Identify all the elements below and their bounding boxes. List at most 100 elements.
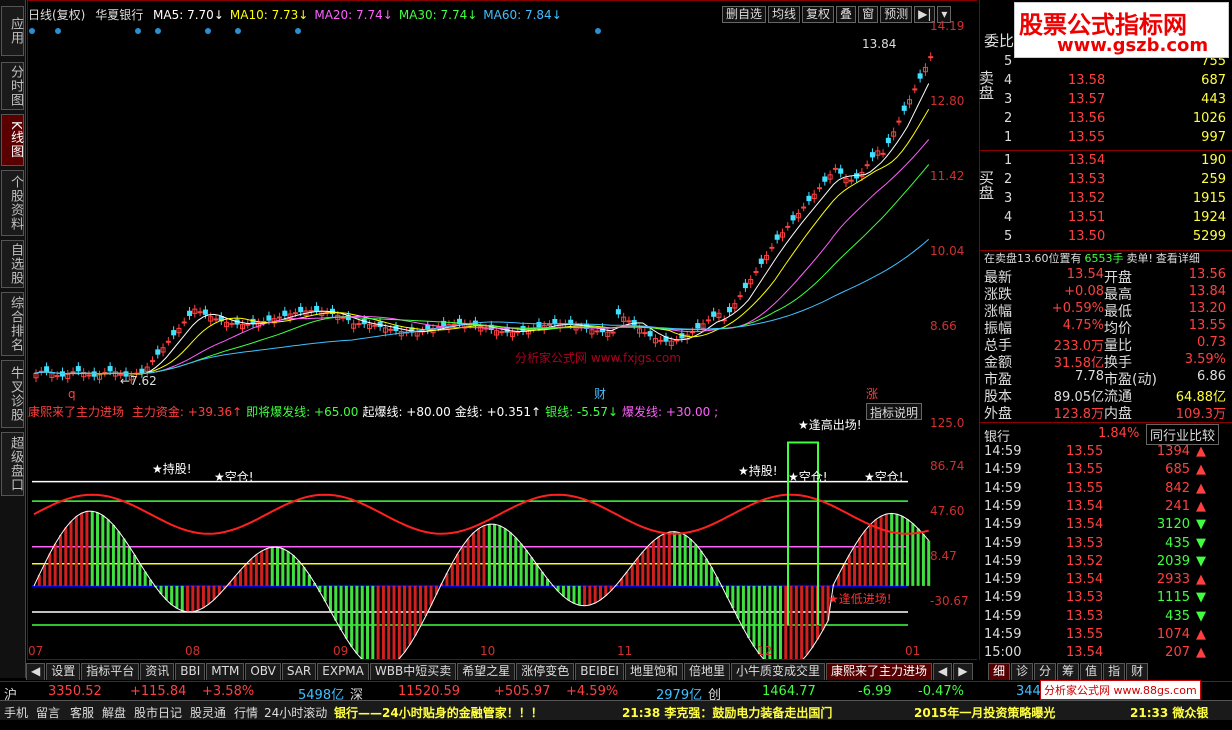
sidebar-item-2[interactable]: K线图 — [1, 114, 24, 166]
bottom-item-7[interactable]: 24小时滚动 — [264, 704, 327, 721]
tab-15[interactable]: 康熙来了主力进场 — [826, 663, 933, 680]
sidebar-item-3[interactable]: 个股资料 — [1, 170, 24, 236]
arrow-down-icon: ▼ — [1196, 590, 1206, 606]
right-tab-3[interactable]: 筹 — [1057, 663, 1080, 680]
buy-row[interactable]: 5 13.50 5299 — [1000, 229, 1232, 247]
arrow-up-icon: ▲ — [1196, 627, 1206, 642]
event-marker[interactable]: 涨 — [866, 386, 878, 401]
toolbar-button-4[interactable]: 窗 — [858, 6, 879, 23]
order-note[interactable]: 在卖盘13.60位置有 6553手 卖单! 查看详细 — [984, 250, 1200, 266]
sell-row[interactable]: 1 13.55 997 — [1000, 130, 1232, 148]
news-ticker-1[interactable]: 银行——24小时贴身的金融管家！！！ — [334, 704, 543, 721]
toolbar-button-0[interactable]: 删自选 — [722, 6, 767, 23]
right-tab-1[interactable]: 诊 — [1011, 663, 1034, 680]
right-tab-2[interactable]: 分 — [1034, 663, 1057, 680]
price-chart[interactable]: 13.84 ←7.62 q 财 涨 — [28, 1, 978, 401]
note-amount: 6553手 — [1084, 252, 1124, 265]
buy-row[interactable]: 4 13.51 1924 — [1000, 210, 1232, 228]
tab-9[interactable]: 希望之星 — [457, 663, 516, 680]
tick-time: 14:59 — [984, 462, 1022, 478]
note-link[interactable]: 查看详细 — [1156, 252, 1200, 265]
level-volume: 997 — [1201, 130, 1226, 145]
bottom-item-5[interactable]: 股灵通 — [190, 704, 226, 721]
toolbar-button-3[interactable]: 叠 — [836, 6, 857, 23]
tab-5[interactable]: OBV — [245, 663, 281, 680]
sidebar-item-5[interactable]: 综合排名 — [1, 292, 24, 356]
news-ticker-3[interactable]: 2015年一月投资策略曝光 — [914, 704, 1055, 721]
right-tab-6[interactable]: 财 — [1126, 663, 1149, 680]
sidebar-item-1[interactable]: 分时图 — [1, 62, 24, 110]
news-ticker-2[interactable]: 21:38 李克强：鼓励电力装备走出国门 — [622, 704, 832, 721]
arrow-left-icon[interactable]: ◀ — [933, 663, 953, 680]
sell-label: 卖盘 — [977, 70, 995, 100]
watermark-small: 分析家公式网 www.88gs.com — [1040, 680, 1201, 700]
right-tab-0[interactable]: 细 — [988, 663, 1011, 680]
right-tab-4[interactable]: 值 — [1080, 663, 1103, 680]
tick-time: 14:59 — [984, 498, 1022, 514]
indicator-name: 康熙来了主力进场 — [28, 405, 125, 419]
buy-row[interactable]: 3 13.52 1915 — [1000, 191, 1232, 209]
sidebar-item-0[interactable]: 应用 — [1, 6, 24, 56]
tab-11[interactable]: BEIBEI — [575, 663, 624, 680]
toolbar-button-1[interactable]: 均线 — [768, 6, 801, 23]
tick-volume: 435 — [1165, 535, 1190, 551]
ma-label-2: MA20: 7.74↓ — [314, 8, 393, 22]
bottom-item-2[interactable]: 客服 — [70, 704, 94, 721]
index-sh: 3350.52 — [48, 684, 102, 699]
index-cy_chg: -6.99 — [858, 684, 892, 699]
level-num: 1 — [1004, 153, 1013, 168]
event-marker[interactable]: q — [68, 387, 76, 401]
sector-compare-button[interactable]: 同行业比较 — [1146, 424, 1220, 445]
tab-0[interactable]: 设置 — [46, 663, 81, 680]
tick-price: 13.54 — [1066, 498, 1104, 514]
sidebar-item-6[interactable]: 牛叉诊股 — [1, 360, 24, 428]
sell-row[interactable]: 3 13.57 443 — [1000, 92, 1232, 110]
bottom-item-0[interactable]: 手机 — [4, 704, 28, 721]
arrow-right-icon[interactable]: ▶ — [953, 663, 973, 680]
ma-label-0: MA5: 7.70↓ — [153, 8, 224, 22]
bottom-item-3[interactable]: 解盘 — [102, 704, 126, 721]
period-label[interactable]: 日线(复权) — [28, 8, 85, 22]
tab-1[interactable]: 指标平台 — [81, 663, 140, 680]
sidebar-item-7[interactable]: 超级盘口 — [1, 432, 24, 496]
bottom-item-4[interactable]: 股市日记 — [134, 704, 182, 721]
tab-2[interactable]: 资讯 — [140, 663, 175, 680]
level-price: 13.56 — [1068, 111, 1106, 126]
quote-row: 最新 13.54 开盘 13.56 — [982, 267, 1232, 286]
tick-row: 15:00 13.54 207 ▲ — [982, 645, 1228, 663]
level-volume: 687 — [1201, 73, 1226, 88]
toolbar-button-2[interactable]: 复权 — [802, 6, 835, 23]
tick-row: 14:59 13.55 685 ▲ — [982, 462, 1228, 480]
tab-12[interactable]: 地里饱和 — [624, 663, 683, 680]
indicator-chart[interactable]: ★逢高出场! ★空仓! ★空仓! ★空仓! ★逢低进场! ★持股! ★持股! — [28, 401, 978, 659]
level-num: 2 — [1004, 172, 1013, 187]
tick-row: 14:59 13.54 241 ▲ — [982, 499, 1228, 517]
right-tab-5[interactable]: 指 — [1103, 663, 1126, 680]
tab-4[interactable]: MTM — [206, 663, 245, 680]
tab-3[interactable]: BBI — [175, 663, 206, 680]
tab-10[interactable]: 涨停变色 — [516, 663, 575, 680]
sell-row[interactable]: 4 13.58 687 — [1000, 73, 1232, 91]
toolbar-button-5[interactable]: 预测 — [880, 6, 913, 23]
sell-row[interactable]: 2 13.56 1026 — [1000, 111, 1232, 129]
buy-row[interactable]: 1 13.54 190 — [1000, 153, 1232, 171]
buy-row[interactable]: 2 13.53 259 — [1000, 172, 1232, 190]
event-marker[interactable]: 财 — [594, 387, 606, 401]
tab-14[interactable]: 小牛质变成交里 — [731, 663, 826, 680]
tab-nav-prev-icon[interactable]: ◀ — [26, 663, 46, 680]
news-ticker-4[interactable]: 21:33 微众银 — [1130, 704, 1208, 721]
quote-row: 振幅 4.75% 均价 13.55 — [982, 318, 1232, 337]
tab-8[interactable]: WBB中短买卖 — [369, 663, 457, 680]
tick-row: 14:59 13.52 2039 ▼ — [982, 554, 1228, 572]
sector-name[interactable]: 银行 — [984, 426, 1010, 445]
tab-7[interactable]: EXPMA — [317, 663, 369, 680]
indicator-help-button[interactable]: 指标说明 — [866, 403, 923, 420]
tab-6[interactable]: SAR — [281, 663, 317, 680]
tick-time: 15:00 — [984, 645, 1022, 661]
tick-price: 13.55 — [1066, 444, 1104, 459]
bottom-item-1[interactable]: 留言 — [36, 704, 60, 721]
tab-13[interactable]: 倍地里 — [683, 663, 730, 680]
sidebar-item-4[interactable]: 自选股 — [1, 240, 24, 288]
index-sz_chg: +505.97 — [494, 684, 551, 699]
bottom-item-6[interactable]: 行情 — [234, 704, 258, 721]
